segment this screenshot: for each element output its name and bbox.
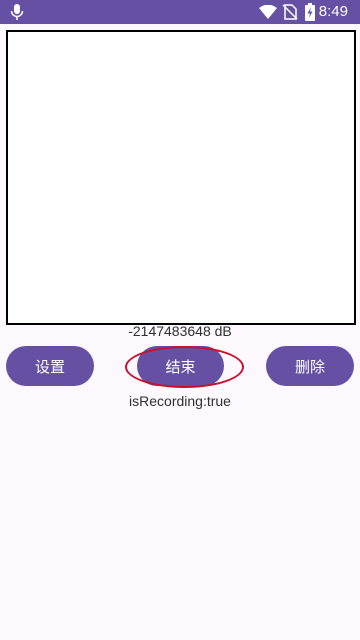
status-time: 8:49 bbox=[318, 3, 348, 20]
status-bar: 8:49 bbox=[0, 0, 360, 24]
settings-button[interactable]: 设置 bbox=[6, 346, 94, 386]
delete-button[interactable]: 删除 bbox=[266, 346, 354, 386]
waveform-canvas bbox=[6, 30, 356, 325]
wifi-icon bbox=[259, 5, 277, 19]
stop-button[interactable]: 结束 bbox=[137, 346, 224, 386]
decibel-readout: -2147483648 dB bbox=[128, 323, 232, 339]
recording-status: isRecording:true bbox=[129, 393, 231, 409]
no-sim-icon bbox=[282, 4, 298, 20]
battery-charging-icon bbox=[305, 3, 315, 21]
microphone-icon bbox=[10, 4, 24, 20]
